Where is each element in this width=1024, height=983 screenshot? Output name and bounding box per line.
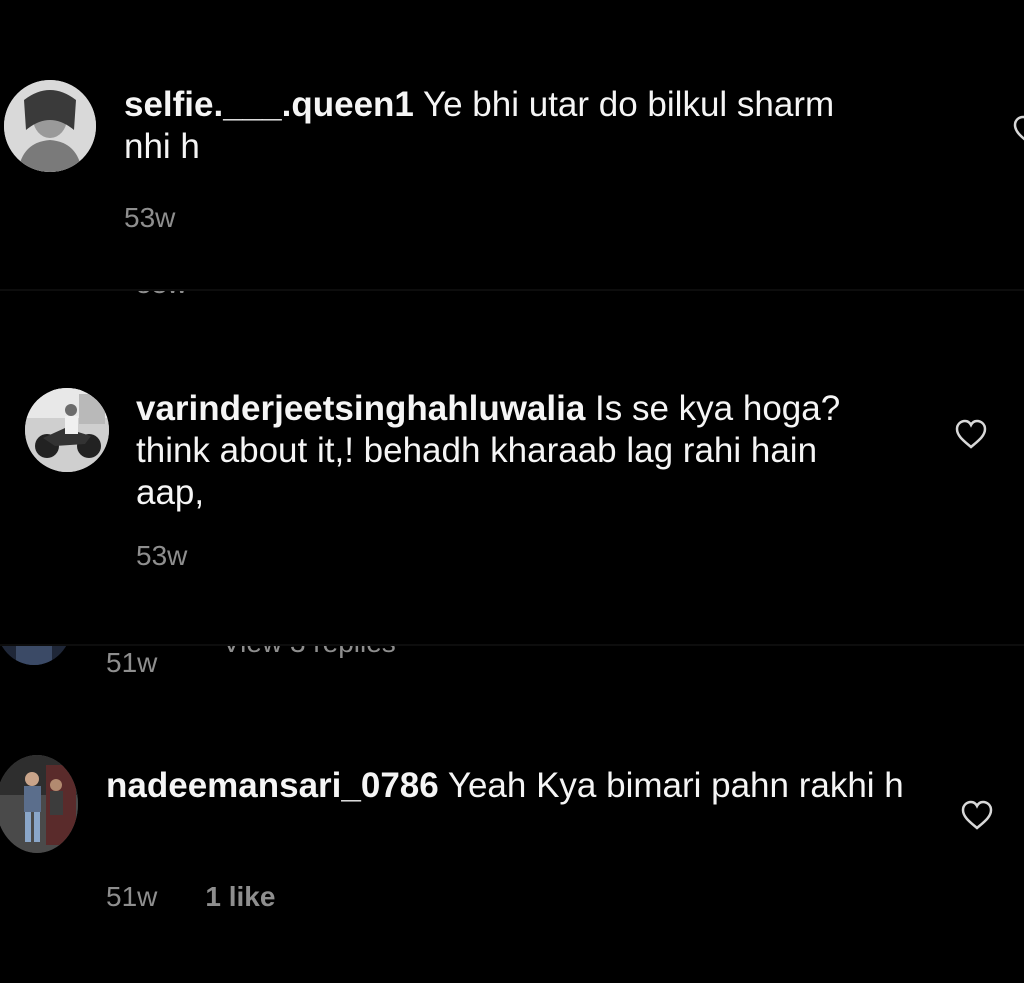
comment-timestamp: 51w [106,881,158,912]
comment-meta: 53w [124,202,175,234]
strip-divider [0,289,1024,291]
heart-icon[interactable] [960,799,994,833]
comment-username[interactable]: nadeemansari_0786 [106,766,439,805]
comment-meta: 53w [136,540,187,572]
like-count[interactable]: 1 like [205,881,275,912]
view-replies-link[interactable]: View 3 replies [222,645,396,659]
comment-text: varinderjeetsinghahluwalia Is se kya hog… [136,388,876,514]
comment-timestamp: 51w [106,647,158,678]
comment-text: nadeemansari_0786 Yeah Kya bimari pahn r… [106,765,906,807]
heart-icon[interactable] [954,418,988,452]
comment-strip-2: 53w varinderjeetsinghahluwalia Is se kya… [0,290,1024,645]
avatar[interactable] [0,755,78,853]
comment-strip-3: View 3 replies 51w nadeemansari_0786 Yea… [0,645,1024,983]
heart-icon[interactable] [1012,114,1024,148]
comment-strip-1: selfie.___.queen1 Ye bhi utar do bilkul … [0,0,1024,290]
comment-username[interactable]: varinderjeetsinghahluwalia [136,389,585,428]
comment-timestamp: 53w [124,202,176,233]
avatar[interactable] [25,388,109,472]
comment-text: selfie.___.queen1 Ye bhi utar do bilkul … [124,84,874,168]
comment-body: Yeah Kya bimari pahn rakhi h [438,766,904,805]
comment-meta: 51w 1 like [106,881,275,913]
cut-off-timestamp: 53w [136,290,187,300]
avatar-partial[interactable] [0,645,72,665]
comment-username[interactable]: selfie.___.queen1 [124,85,414,124]
comment-timestamp: 53w [136,540,188,571]
comment-meta: 51w [106,647,157,679]
avatar[interactable] [4,80,96,172]
strip-divider [0,644,1024,646]
